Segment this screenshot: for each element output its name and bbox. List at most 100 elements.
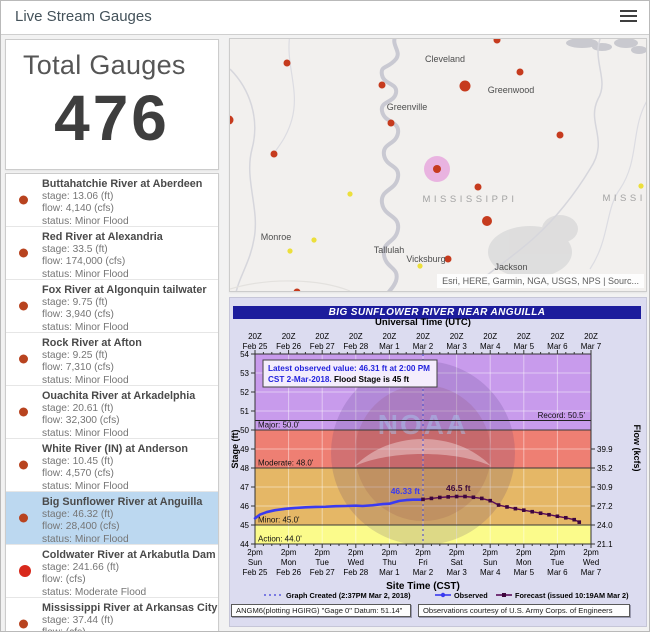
gauge-map-dot-yellow[interactable] (347, 191, 352, 196)
left-tick-label: 47 (240, 483, 249, 492)
selected-gauge-map-dot[interactable] (433, 165, 441, 173)
gauge-map-dot-yellow[interactable] (311, 237, 316, 242)
gauge-name: Mississippi River at Arkansas City (42, 602, 214, 615)
map-city-label: Greenwood (488, 85, 535, 95)
map-attribution: Esri, HERE, Garmin, NGA, USGS, NPS | Sou… (437, 274, 644, 288)
gauge-flow: flow: 28,400 (cfs) (42, 521, 214, 533)
map-state-label: MISSISS (602, 193, 647, 204)
gauge-status-dot (19, 514, 28, 523)
hamburger-menu-icon[interactable] (620, 10, 637, 24)
right-tick-label: 24.0 (597, 521, 613, 530)
gauge-stage: stage: 9.25 (ft) (42, 350, 214, 362)
forecast-marker (505, 505, 509, 509)
bottom-tick-date: Mar 3 (446, 568, 467, 577)
gauge-map-dot[interactable] (475, 184, 482, 191)
bottom-tick-date: Feb 26 (276, 568, 301, 577)
bottom-tick-time: 2pm (550, 548, 566, 557)
top-tick-date: Feb 28 (343, 342, 368, 351)
top-tick-hour: 20Z (349, 332, 363, 341)
chart-datum-box: ANGM6(plotting HGIRG) "Gage 0" Datum: 51… (231, 604, 411, 617)
flood-line-label: Action: 44.0' (258, 535, 302, 544)
gauge-map-dot[interactable] (494, 39, 501, 44)
right-tick-label: 30.9 (597, 483, 613, 492)
bottom-tick-date: Feb 27 (310, 568, 335, 577)
gauge-name: Buttahatchie River at Aberdeen (42, 178, 214, 191)
left-tick-label: 46 (240, 502, 249, 511)
gauge-map-dot[interactable] (271, 151, 278, 158)
bottom-tick-day: Tue (315, 558, 329, 567)
gauge-map-dot[interactable] (460, 81, 471, 92)
hydrograph-chart: NOAAMajor: 50.0'Moderate: 48.0'Minor: 45… (230, 298, 647, 627)
chart-credit-box: Observations courtesy of U.S. Army Corps… (418, 604, 630, 617)
forecast-marker (564, 516, 568, 520)
bottom-tick-day: Tue (551, 558, 565, 567)
top-tick-hour: 20Z (383, 332, 397, 341)
top-tick-date: Mar 3 (446, 342, 467, 351)
map-canvas[interactable]: ClevelandGreenvilleGreenwoodMonroeTallul… (230, 39, 647, 292)
bottom-tick-day: Thu (383, 558, 397, 567)
map-panel[interactable]: ClevelandGreenvilleGreenwoodMonroeTallul… (229, 38, 647, 292)
map-state-label: MISSISSIPPI (423, 194, 518, 205)
gauge-map-dot[interactable] (482, 216, 492, 226)
gauge-list-item[interactable]: Rock River at Afton stage: 9.25 (ft) flo… (6, 333, 218, 386)
forecast-marker (430, 497, 434, 501)
forecast-marker (514, 507, 518, 511)
gauge-list-item[interactable]: Ouachita River at Arkadelphia stage: 20.… (6, 386, 218, 439)
top-tick-hour: 20Z (416, 332, 430, 341)
gauge-map-dot[interactable] (557, 132, 564, 139)
left-tick-label: 54 (240, 350, 249, 359)
top-tick-date: Mar 7 (581, 342, 602, 351)
bottom-tick-day: Mon (516, 558, 532, 567)
left-tick-label: 45 (240, 521, 249, 530)
gauge-stage: stage: 20.61 (ft) (42, 403, 214, 415)
gauge-map-dot[interactable] (230, 116, 234, 125)
gauge-list-item[interactable]: Buttahatchie River at Aberdeen stage: 13… (6, 174, 218, 227)
forecast-marker (572, 518, 576, 522)
gauge-map-dot[interactable] (388, 120, 395, 127)
gauge-flow: flow: (cfs) (42, 627, 214, 632)
flood-line-label: Moderate: 48.0' (258, 459, 314, 468)
gauge-list-item[interactable]: White River (IN) at Anderson stage: 10.4… (6, 439, 218, 492)
top-tick-date: Mar 6 (547, 342, 568, 351)
top-tick-hour: 20Z (584, 332, 598, 341)
top-tick-hour: 20Z (483, 332, 497, 341)
forecast-marker (547, 513, 551, 517)
right-tick-label: 35.2 (597, 464, 613, 473)
forecast-marker (577, 520, 581, 524)
top-axis-title: Universal Time (UTC) (375, 317, 471, 328)
forecast-marker (497, 503, 501, 507)
top-tick-date: Mar 4 (480, 342, 501, 351)
left-tick-label: 44 (240, 540, 249, 549)
gauge-map-dot[interactable] (284, 60, 291, 67)
bottom-tick-day: Mon (281, 558, 297, 567)
map-city-label: Monroe (261, 232, 292, 242)
gauge-map-dot-yellow[interactable] (638, 183, 643, 188)
gauge-stage: stage: 9.75 (ft) (42, 297, 214, 309)
gauge-stage: stage: 13.06 (ft) (42, 191, 214, 203)
gauge-list-item[interactable]: Coldwater River at Arkabutla Dam stage: … (6, 545, 218, 598)
record-line-label: Record: 50.5' (538, 411, 586, 420)
bottom-tick-day: Wed (348, 558, 364, 567)
forecast-marker (539, 511, 543, 515)
gauge-list-item[interactable]: Fox River at Algonquin tailwater stage: … (6, 280, 218, 333)
gauge-list-item-selected[interactable]: Big Sunflower River at Anguilla stage: 4… (6, 492, 218, 545)
gauge-status-dot (19, 355, 28, 364)
gauge-flow: flow: (cfs) (42, 574, 214, 586)
gauge-name: White River (IN) at Anderson (42, 443, 214, 456)
gauge-map-dot-yellow[interactable] (417, 263, 422, 268)
bottom-tick-day: Sun (483, 558, 497, 567)
gauge-map-dot-yellow[interactable] (287, 248, 292, 253)
gauge-map-dot[interactable] (517, 69, 524, 76)
gauge-list-item[interactable]: Mississippi River at Arkansas City stage… (6, 598, 218, 632)
map-city-label: Tallulah (374, 245, 405, 255)
left-tick-label: 48 (240, 464, 249, 473)
top-tick-hour: 20Z (517, 332, 531, 341)
bottom-tick-time: 2pm (415, 548, 431, 557)
gauge-list-item[interactable]: Red River at Alexandria stage: 33.5 (ft)… (6, 227, 218, 280)
map-city-label: Vicksburg (406, 254, 445, 264)
right-axis-title: Flow (kcfs) (632, 424, 642, 471)
forecast-marker (421, 498, 425, 502)
gauge-name: Rock River at Afton (42, 337, 214, 350)
gauge-map-dot[interactable] (294, 289, 301, 293)
gauge-map-dot[interactable] (379, 82, 386, 89)
